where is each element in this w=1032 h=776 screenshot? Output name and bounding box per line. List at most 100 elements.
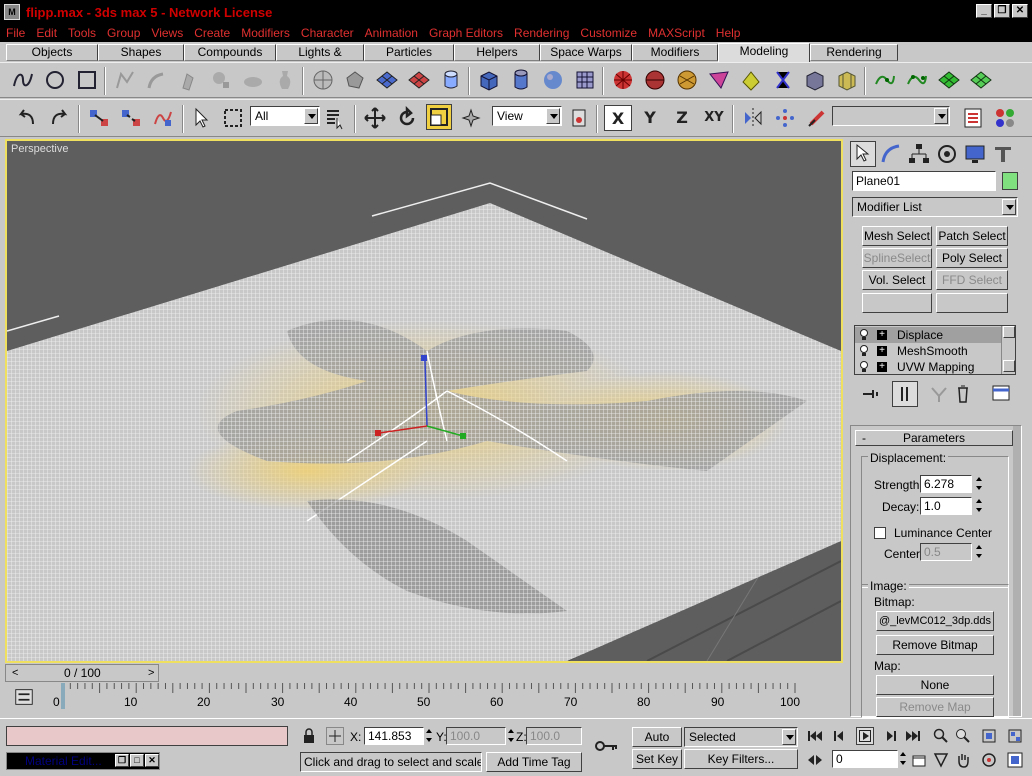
material-editor-minimized[interactable]: Material Edit... ❐ □ ✕ [6, 752, 160, 770]
time-slider-track[interactable] [160, 664, 843, 682]
field-of-view-icon[interactable] [932, 751, 950, 769]
create-tab-icon[interactable] [850, 141, 876, 167]
scroll-down-icon[interactable] [1003, 360, 1015, 372]
configure-modifier-sets-icon[interactable] [988, 381, 1014, 407]
vase-icon[interactable] [272, 67, 298, 93]
spline-segment-icon[interactable] [904, 67, 930, 93]
modify-tab-icon[interactable] [878, 141, 904, 167]
auto-key-button[interactable]: Auto Key [632, 727, 682, 762]
current-frame-input[interactable]: 0 [832, 750, 898, 768]
zoom-all-icon[interactable] [954, 727, 972, 745]
object-name-field[interactable]: Plane01 [852, 171, 996, 191]
show-end-result-icon[interactable] [892, 381, 918, 407]
star-shape-icon[interactable] [706, 67, 732, 93]
menu-modifiers[interactable]: Modifiers [241, 26, 290, 40]
pin-stack-icon[interactable] [858, 381, 884, 407]
maxscript-listener[interactable] [6, 726, 288, 746]
spline-vertex-icon[interactable] [872, 67, 898, 93]
restrict-to-x-button[interactable]: X [604, 105, 632, 131]
lathe-icon[interactable] [208, 67, 234, 93]
editable-spline-icon[interactable] [112, 67, 138, 93]
ffd-select-button[interactable]: FFD Select [936, 270, 1008, 290]
go-to-start-icon[interactable] [806, 727, 824, 745]
spline-select-button[interactable]: SplineSelect [862, 248, 932, 268]
decay-spinner[interactable] [974, 497, 984, 515]
tab-modeling[interactable]: Modeling [718, 43, 810, 62]
map-button[interactable]: None [876, 675, 994, 695]
previous-frame-icon[interactable] [832, 727, 850, 745]
line-icon[interactable] [10, 67, 36, 93]
menu-maxscript[interactable]: MAXScript [648, 26, 705, 40]
redo-icon[interactable] [46, 105, 72, 131]
sphere-mesh-icon[interactable] [310, 67, 336, 93]
tab-particles[interactable]: Particles [364, 44, 454, 61]
undo-icon[interactable] [14, 105, 40, 131]
minimize-button[interactable]: _ [976, 4, 992, 18]
array-icon[interactable] [772, 105, 798, 131]
lightbulb-icon[interactable] [859, 329, 869, 341]
mini-curve-editor-icon[interactable] [13, 686, 35, 708]
modifier-list-dropdown[interactable]: Modifier List [852, 197, 1018, 217]
stack-item-displace[interactable]: + Displace [855, 327, 1001, 343]
stack-scrollbar[interactable] [1001, 326, 1015, 374]
menu-tools[interactable]: Tools [68, 26, 96, 40]
zoom-icon[interactable] [932, 727, 950, 745]
polygon-icon[interactable] [342, 67, 368, 93]
arrow-left-icon[interactable]: < [12, 666, 18, 680]
remove-map-button[interactable]: Remove Map [876, 697, 994, 717]
key-mode-toggle-icon[interactable] [806, 751, 824, 769]
stack-item-meshsmooth[interactable]: + MeshSmooth [855, 343, 1001, 359]
make-unique-icon[interactable] [926, 381, 952, 407]
empty-modifier-button[interactable] [862, 293, 932, 313]
menu-create[interactable]: Create [194, 26, 230, 40]
zoom-extents-all-icon[interactable] [1006, 727, 1024, 745]
cube-grid-icon[interactable] [834, 67, 860, 93]
add-time-tag-button[interactable]: Add Time Tag [486, 752, 582, 772]
named-selection-sets-dropdown[interactable] [832, 106, 950, 126]
key-filters-button[interactable]: Key Filters... [684, 749, 798, 769]
arc-rotate-icon[interactable] [980, 751, 998, 769]
plane-grid-icon[interactable] [572, 67, 598, 93]
mesh-face-icon[interactable] [968, 67, 994, 93]
lightbulb-icon[interactable] [859, 361, 869, 373]
bend-icon[interactable] [144, 67, 170, 93]
menu-character[interactable]: Character [301, 26, 354, 40]
select-by-name-icon[interactable] [322, 105, 348, 131]
set-key-button[interactable]: Set Key [632, 749, 682, 769]
extrude-icon[interactable] [176, 67, 202, 93]
tab-compounds[interactable]: Compounds [184, 44, 276, 61]
grid-plane-icon[interactable] [374, 67, 400, 93]
luminance-center-checkbox[interactable] [874, 527, 886, 539]
cylinder-icon[interactable] [508, 67, 534, 93]
patch-select-button[interactable]: Patch Select [936, 226, 1008, 246]
x-coord-input[interactable]: 141.853 [364, 727, 424, 745]
track-view-icon[interactable] [960, 105, 986, 131]
torus-icon[interactable] [642, 67, 668, 93]
align-icon[interactable] [804, 105, 830, 131]
menu-group[interactable]: Group [107, 26, 140, 40]
display-tab-icon[interactable] [962, 141, 988, 167]
object-color-swatch[interactable] [1002, 172, 1018, 190]
perspective-viewport[interactable]: Perspective [5, 139, 843, 663]
tab-space-warps[interactable]: Space Warps [540, 44, 632, 61]
select-object-icon[interactable] [188, 105, 214, 131]
mirror-icon[interactable] [740, 105, 766, 131]
center-spinner[interactable] [974, 543, 984, 561]
expand-icon[interactable]: + [877, 330, 887, 340]
material-editor-icon[interactable] [992, 105, 1018, 131]
motion-tab-icon[interactable] [934, 141, 960, 167]
remove-modifier-icon[interactable] [950, 381, 976, 407]
bevel-icon[interactable] [240, 67, 266, 93]
sphere-icon[interactable] [540, 67, 566, 93]
viewport-label[interactable]: Perspective [11, 143, 68, 155]
arrow-right-icon[interactable]: > [148, 666, 154, 680]
trackbar[interactable]: 0 10 20 30 40 50 60 70 80 90 100 [5, 683, 843, 715]
menu-customize[interactable]: Customize [580, 26, 637, 40]
absolute-mode-icon[interactable] [326, 727, 344, 745]
next-frame-icon[interactable] [880, 727, 898, 745]
command-panel-scrollbar[interactable] [1013, 426, 1021, 716]
lightbulb-icon[interactable] [859, 345, 869, 357]
go-to-end-icon[interactable] [904, 727, 922, 745]
tab-shapes[interactable]: Shapes [98, 44, 184, 61]
maximize-button[interactable]: □ [130, 754, 144, 767]
